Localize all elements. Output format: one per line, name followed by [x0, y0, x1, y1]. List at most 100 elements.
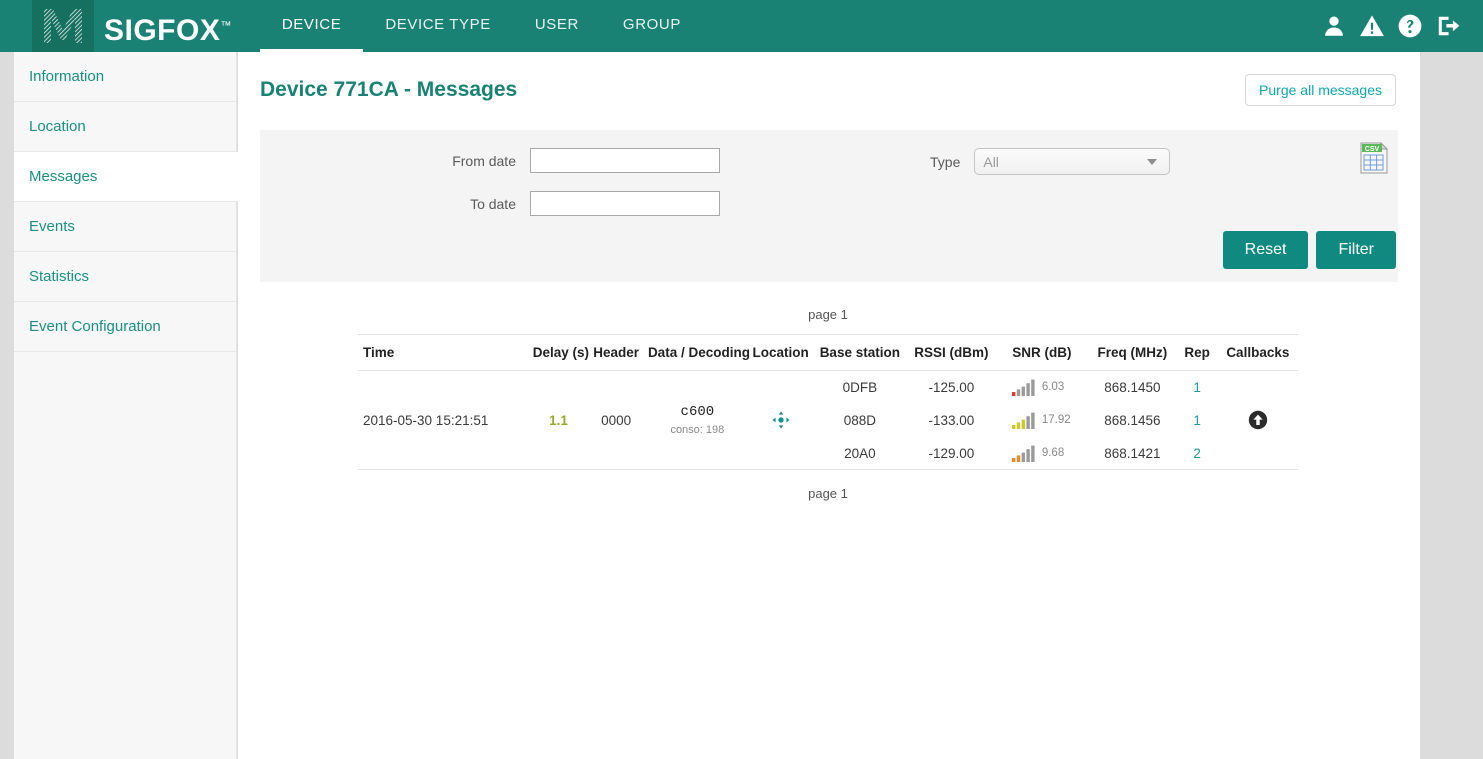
snr-entry: 9.68	[996, 437, 1089, 470]
user-icon[interactable]	[1321, 13, 1347, 39]
top-navbar: SIGFOX™ DEVICE DEVICE TYPE USER GROUP	[0, 0, 1483, 52]
nav-icon-group	[1321, 0, 1483, 52]
cell-snr: 6.03 17.92 9.68	[995, 370, 1089, 470]
logout-icon[interactable]	[1435, 13, 1461, 39]
sidebar-item-information[interactable]: Information	[14, 52, 237, 102]
messages-table: Time Delay (s) Header Data / Decoding Lo…	[358, 334, 1298, 470]
snr-value: 6.03	[1041, 380, 1065, 393]
col-freq: Freq (MHz)	[1088, 334, 1177, 371]
table-row: 2016-05-30 15:21:51 1.1 0000 c600 conso:…	[358, 370, 1298, 470]
to-date-field-row: To date	[338, 191, 720, 216]
signal-bars-icon	[1011, 412, 1035, 429]
filter-button[interactable]: Filter	[1316, 231, 1396, 269]
rep-list: 1 1 2	[1177, 371, 1218, 469]
col-base-station: Base station	[812, 334, 908, 371]
col-data: Data / Decoding	[645, 334, 750, 371]
sidebar-item-location[interactable]: Location	[14, 102, 237, 152]
col-snr: SNR (dB)	[995, 334, 1089, 371]
cell-header: 0000	[586, 370, 646, 470]
filter-panel: From date To date Type All CSV Reset Fil…	[260, 130, 1398, 282]
arrow-up-circle-icon[interactable]	[1248, 410, 1268, 430]
warning-icon[interactable]	[1359, 13, 1385, 39]
export-csv-button[interactable]: CSV	[1360, 141, 1389, 174]
sigfox-logo[interactable]	[32, 0, 94, 52]
to-date-label: To date	[470, 195, 516, 212]
title-row: Device 771CA - Messages Purge all messag…	[238, 52, 1420, 106]
messages-table-head: Time Delay (s) Header Data / Decoding Lo…	[358, 334, 1298, 371]
sidebar-item-events[interactable]: Events	[14, 202, 237, 252]
svg-text:CSV: CSV	[1365, 146, 1380, 153]
cell-base-stations: 0DFB 088D 20A0	[812, 370, 908, 470]
col-location: Location	[748, 334, 813, 371]
cell-location[interactable]	[748, 370, 813, 470]
snr-entry: 6.03	[996, 371, 1089, 404]
col-time: Time	[358, 334, 531, 371]
purge-all-messages-button[interactable]: Purge all messages	[1245, 74, 1396, 106]
messages-table-wrap: page 1 Time Delay (s) Header Data / Deco…	[260, 282, 1398, 501]
freq-value: 868.1450	[1104, 379, 1161, 395]
sidebar-item-messages[interactable]: Messages	[14, 152, 239, 202]
sidebar-filler	[14, 352, 237, 759]
snr-value: 9.68	[1041, 446, 1065, 459]
nav-link-user[interactable]: USER	[513, 0, 601, 52]
delay-value: 1.1	[549, 412, 568, 428]
snr-value: 17.92	[1041, 413, 1071, 426]
sigfox-logo-icon	[44, 9, 82, 43]
nav-link-device[interactable]: DEVICE	[259, 0, 364, 52]
rssi-value: -129.00	[928, 445, 975, 461]
nav-link-device-type[interactable]: DEVICE TYPE	[363, 0, 513, 52]
cell-delay: 1.1	[530, 370, 587, 470]
table-header-row: Time Delay (s) Header Data / Decoding Lo…	[358, 334, 1298, 371]
col-header: Header	[586, 334, 646, 371]
type-select[interactable]: All	[974, 148, 1171, 175]
rssi-value: -133.00	[928, 412, 975, 428]
col-delay: Delay (s)	[530, 334, 589, 371]
base-station-value: 0DFB	[842, 379, 878, 395]
rep-link[interactable]: 1	[1193, 404, 1201, 437]
rep-link[interactable]: 1	[1193, 371, 1201, 404]
crosshair-icon[interactable]	[772, 411, 790, 429]
sidebar: Information Location Messages Events Sta…	[14, 52, 239, 759]
chevron-down-icon	[1147, 159, 1158, 165]
help-icon[interactable]	[1397, 13, 1423, 39]
data-decoding: conso: 198	[670, 423, 725, 436]
snr-entry: 17.92	[996, 404, 1089, 437]
app-root: SIGFOX™ DEVICE DEVICE TYPE USER GROUP In…	[0, 0, 1483, 759]
type-field-row: Type All	[930, 148, 1171, 175]
rep-link[interactable]: 2	[1193, 437, 1201, 470]
data-value: c600	[680, 404, 715, 421]
cell-freq: 868.1450 868.1456 868.1421	[1088, 370, 1177, 470]
messages-table-body: 2016-05-30 15:21:51 1.1 0000 c600 conso:…	[358, 370, 1298, 470]
cell-rssi: -125.00 -133.00 -129.00	[907, 370, 996, 470]
brand-tm: ™	[220, 20, 232, 32]
signal-bars-icon	[1011, 445, 1035, 462]
reset-button[interactable]: Reset	[1222, 231, 1309, 269]
pager-top: page 1	[808, 307, 848, 322]
cell-callbacks[interactable]	[1217, 370, 1298, 470]
freq-value: 868.1421	[1104, 445, 1161, 461]
filter-actions: Reset Filter	[1222, 231, 1396, 269]
sidebar-item-event-configuration[interactable]: Event Configuration	[14, 302, 237, 352]
cell-data: c600 conso: 198	[645, 370, 749, 470]
from-date-label: From date	[452, 152, 516, 169]
rssi-list: -125.00 -133.00 -129.00	[907, 371, 995, 469]
snr-list: 6.03 17.92 9.68	[996, 371, 1089, 469]
to-date-input[interactable]	[530, 191, 720, 216]
cell-rep: 1 1 2	[1176, 370, 1218, 470]
brand-text: SIGFOX	[104, 14, 221, 47]
nav-link-group[interactable]: GROUP	[601, 0, 703, 52]
base-station-list: 0DFB 088D 20A0	[813, 371, 908, 469]
col-callbacks: Callbacks	[1217, 334, 1298, 371]
sidebar-item-statistics[interactable]: Statistics	[14, 252, 237, 302]
nav-links: DEVICE DEVICE TYPE USER GROUP	[259, 0, 703, 52]
rssi-value: -125.00	[928, 379, 975, 395]
brand-title: SIGFOX™	[94, 0, 232, 52]
type-label: Type	[930, 153, 961, 170]
base-station-value: 088D	[843, 412, 876, 428]
pager-bottom: page 1	[808, 486, 848, 501]
base-station-value: 20A0	[844, 445, 876, 461]
cell-time: 2016-05-30 15:21:51	[358, 370, 531, 470]
from-date-input[interactable]	[530, 148, 720, 173]
csv-file-icon: CSV	[1360, 141, 1389, 174]
col-rssi: RSSI (dBm)	[907, 334, 996, 371]
